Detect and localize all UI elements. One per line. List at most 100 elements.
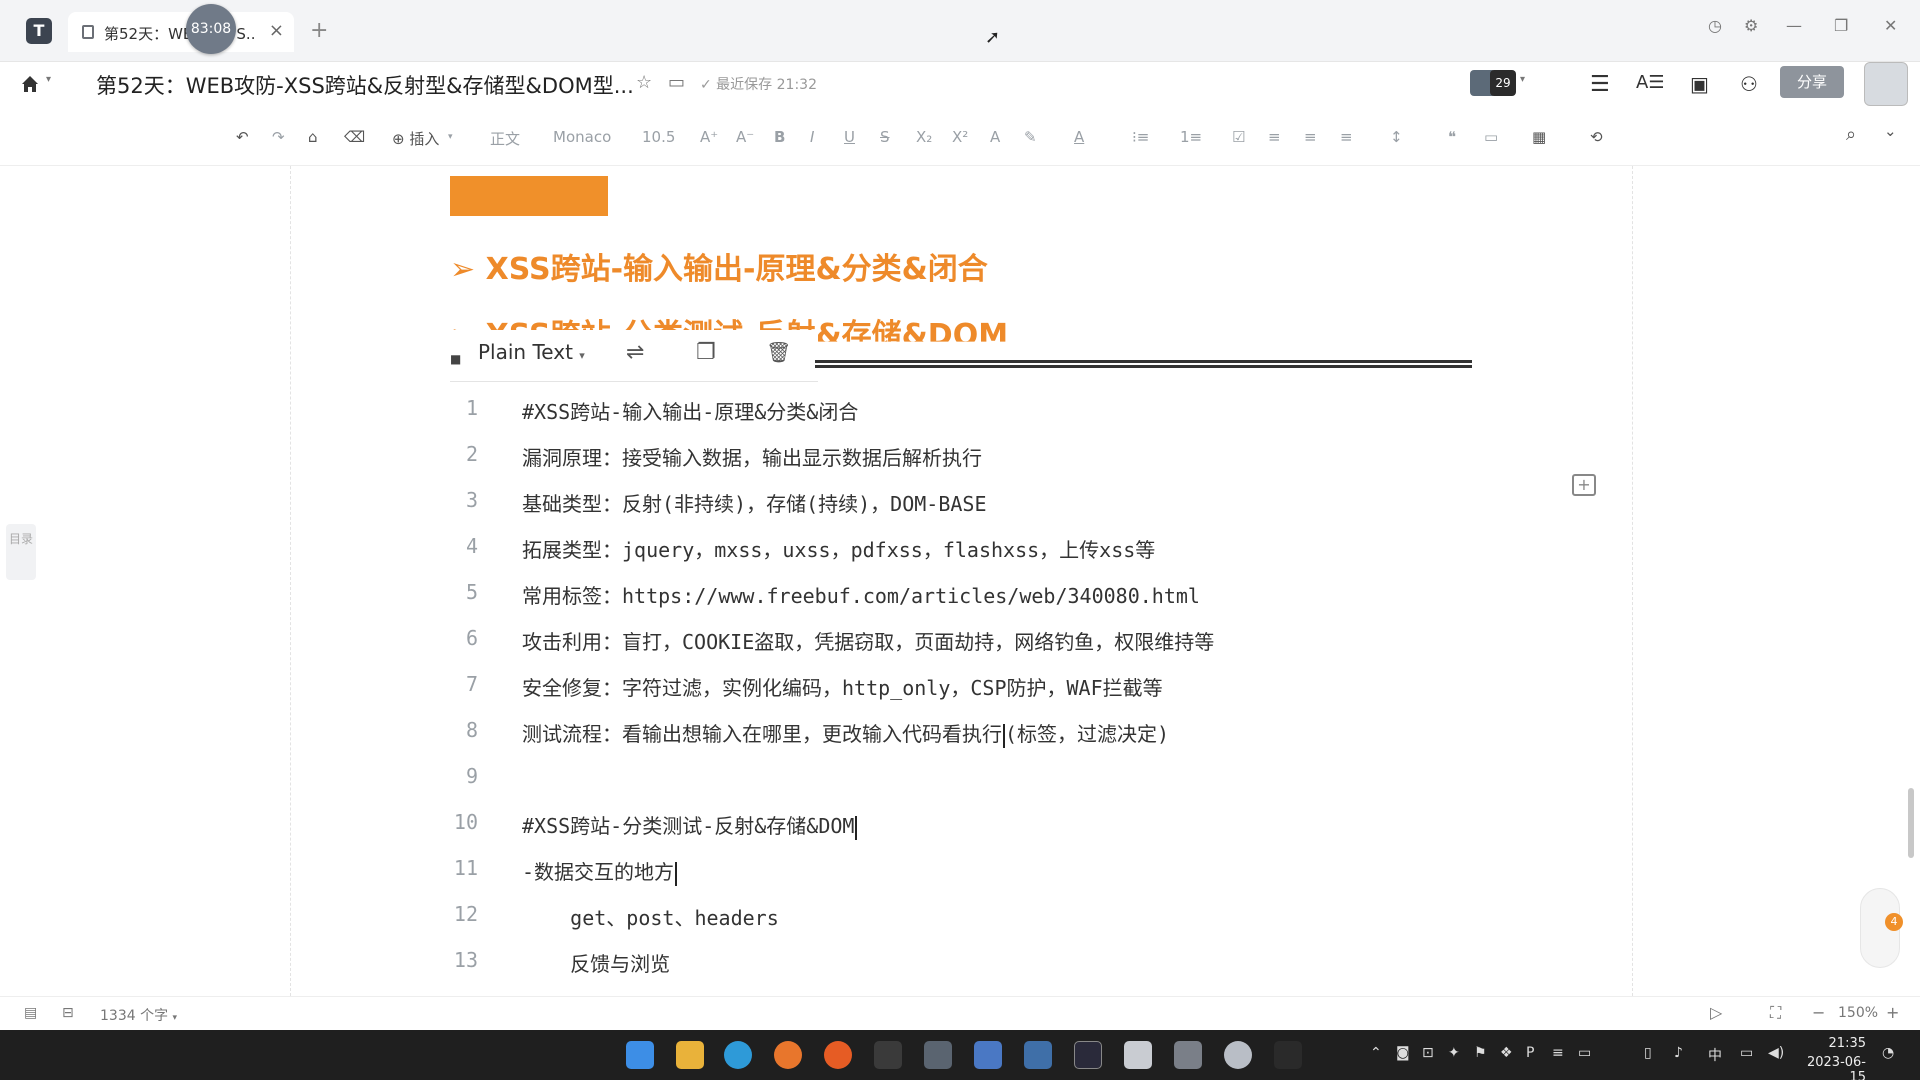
move-to-folder-icon[interactable]: ▭: [668, 72, 685, 93]
clock-date[interactable]: 2023-06-15: [1796, 1055, 1866, 1080]
line-spacing-icon[interactable]: ↕: [1390, 128, 1403, 146]
decrease-font-icon[interactable]: A⁻: [736, 128, 754, 146]
drag-handle-icon[interactable]: ■: [450, 352, 461, 366]
insert-button[interactable]: ⊕ 插入: [392, 128, 439, 149]
comment-icon[interactable]: ▭: [1484, 128, 1498, 146]
undo-icon[interactable]: ↶: [236, 128, 249, 146]
tab-close-icon[interactable]: ×: [269, 20, 284, 41]
network-icon[interactable]: ▭: [1740, 1045, 1753, 1061]
firefox-icon[interactable]: [824, 1041, 852, 1069]
tray-icon[interactable]: ⊡: [1422, 1045, 1434, 1061]
underline-icon[interactable]: U: [844, 128, 855, 146]
tray-icon[interactable]: ❖: [1500, 1045, 1513, 1061]
editor-icon[interactable]: [1174, 1041, 1202, 1069]
search-icon[interactable]: ⌕: [1846, 124, 1856, 145]
tray-icon[interactable]: ▭: [1578, 1045, 1591, 1061]
clear-format-icon[interactable]: ⌫: [344, 128, 365, 146]
text-effect-icon[interactable]: A: [990, 128, 1000, 146]
settings-icon[interactable]: ⚙: [1744, 16, 1758, 35]
microphone-icon[interactable]: ♪: [1674, 1045, 1683, 1061]
presentation-icon[interactable]: ▣: [1690, 72, 1709, 96]
star-icon[interactable]: ☆: [636, 72, 652, 93]
italic-icon[interactable]: I: [810, 128, 814, 146]
zoom-out-button[interactable]: −: [1812, 1003, 1825, 1022]
tray-icon[interactable]: P: [1526, 1045, 1534, 1061]
font-size-select[interactable]: 10.5: [642, 128, 675, 146]
screen-tool-icon[interactable]: [924, 1041, 952, 1069]
tray-icon[interactable]: ⌃: [1370, 1045, 1382, 1061]
quote-icon[interactable]: ❝: [1448, 128, 1456, 146]
refresh-icon[interactable]: ⟲: [1590, 128, 1603, 146]
zoom-level[interactable]: 150%: [1838, 1005, 1878, 1021]
checklist-icon[interactable]: ☑: [1232, 128, 1245, 146]
zoom-in-button[interactable]: +: [1886, 1003, 1899, 1022]
home-menu-caret-icon[interactable]: ▾: [46, 74, 51, 85]
increase-font-icon[interactable]: A⁺: [700, 128, 718, 146]
redo-icon[interactable]: ↷: [272, 128, 285, 146]
font-family-select[interactable]: Monaco: [553, 128, 611, 146]
file-explorer-icon[interactable]: [676, 1041, 704, 1069]
copy-code-icon[interactable]: ❐: [696, 340, 716, 365]
hidden-app-icon[interactable]: [1274, 1041, 1302, 1069]
collapse-toolbar-icon[interactable]: ⌄: [1884, 122, 1897, 140]
app-icon[interactable]: [874, 1041, 902, 1069]
text-format-icon[interactable]: A☰: [1636, 72, 1664, 93]
outline-icon[interactable]: ▤: [24, 1005, 37, 1021]
bold-icon[interactable]: B: [774, 128, 785, 146]
notification-icon[interactable]: ◔: [1882, 1045, 1894, 1061]
align-left-icon[interactable]: ≡: [1268, 128, 1281, 146]
align-center-icon[interactable]: ≡: [1304, 128, 1317, 146]
collaborate-icon[interactable]: ⚇: [1740, 72, 1758, 96]
tray-icon[interactable]: ⚑: [1474, 1045, 1487, 1061]
play-icon[interactable]: ▷: [1710, 1003, 1722, 1022]
collaborators[interactable]: 29 ▾: [1470, 68, 1526, 96]
document-tab[interactable]: 第52天：WES... ×: [68, 12, 294, 52]
superscript-icon[interactable]: X²: [952, 128, 968, 146]
phone-icon[interactable]: ▯: [1644, 1045, 1652, 1061]
collaborators-caret-icon[interactable]: ▾: [1520, 74, 1525, 85]
bullet-list-icon[interactable]: ⁝≡: [1132, 128, 1149, 146]
typora-icon[interactable]: [974, 1041, 1002, 1069]
vertical-scrollbar[interactable]: [1908, 788, 1914, 858]
maximize-button[interactable]: ❐: [1834, 16, 1848, 35]
fullscreen-icon[interactable]: ⛶: [1770, 1003, 1781, 1023]
strikethrough-icon[interactable]: S: [880, 128, 890, 146]
user-avatar[interactable]: [1864, 62, 1908, 106]
new-tab-button[interactable]: +: [310, 18, 328, 43]
input-method-indicator[interactable]: 中: [1708, 1045, 1722, 1065]
tray-icon[interactable]: ◙: [1396, 1045, 1410, 1061]
table-icon[interactable]: ▦: [1532, 128, 1546, 146]
close-window-button[interactable]: ✕: [1884, 16, 1897, 35]
browser-icon[interactable]: [774, 1041, 802, 1069]
chrome-icon[interactable]: [1224, 1041, 1252, 1069]
home-icon[interactable]: [20, 74, 40, 94]
app-logo-icon[interactable]: T: [26, 18, 52, 44]
code-language-select[interactable]: Plain Text ▾: [478, 340, 585, 364]
table-of-contents-tab[interactable]: 目录: [6, 524, 36, 580]
edge-browser-icon[interactable]: [724, 1041, 752, 1069]
font-color-icon[interactable]: A: [1074, 128, 1084, 146]
tray-icon[interactable]: ✦: [1448, 1045, 1460, 1061]
delete-code-block-icon[interactable]: 🗑: [766, 340, 791, 364]
insert-caret-icon[interactable]: ▾: [448, 132, 453, 142]
page-layout-icon[interactable]: ⊟: [62, 1005, 74, 1021]
code-block[interactable]: 1 #XSS跨站-输入输出-原理&分类&闭合 2 漏洞原理：接受输入数据，输出显示数…: [450, 396, 1600, 996]
add-comment-icon[interactable]: +: [1572, 474, 1596, 496]
subscript-icon[interactable]: X₂: [916, 128, 932, 146]
tray-icon[interactable]: ≡: [1552, 1045, 1564, 1061]
word-count[interactable]: 1334 个字 ▾: [100, 1005, 177, 1025]
document-title[interactable]: 第52天：WEB攻防-XSS跨站&反射型&存储型&DOM型...: [96, 70, 634, 100]
phpstorm-icon[interactable]: [1074, 1041, 1102, 1069]
highlight-icon[interactable]: ✎: [1024, 128, 1037, 146]
paragraph-style-select[interactable]: 正文: [490, 128, 520, 149]
photos-icon[interactable]: [1024, 1041, 1052, 1069]
align-right-icon[interactable]: ≡: [1340, 128, 1353, 146]
numbered-list-icon[interactable]: 1≡: [1180, 128, 1202, 146]
history-icon[interactable]: ◷: [1708, 16, 1722, 35]
start-menu-icon[interactable]: [626, 1041, 654, 1069]
share-button[interactable]: 分享: [1780, 66, 1844, 98]
volume-icon[interactable]: ◀): [1768, 1045, 1784, 1061]
minimize-button[interactable]: —: [1786, 16, 1802, 35]
word-wrap-icon[interactable]: ⇌: [626, 340, 644, 365]
document-app-icon[interactable]: [1124, 1041, 1152, 1069]
